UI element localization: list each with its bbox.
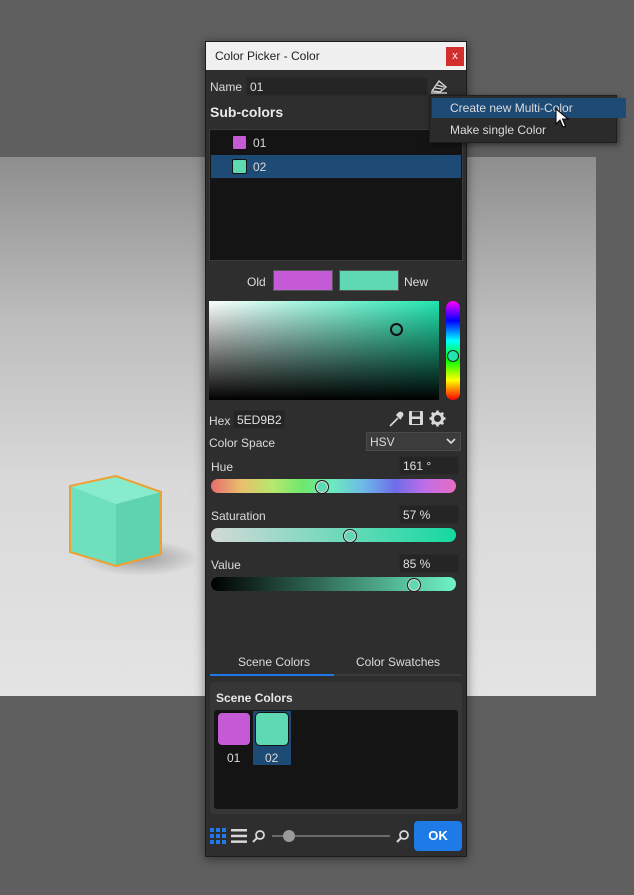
saturation-field[interactable]: 57 % xyxy=(399,505,459,524)
list-item-label: 01 xyxy=(253,136,267,150)
menu-item-create-multi-color[interactable]: Create new Multi-Color xyxy=(432,98,626,118)
value-slider-knob[interactable] xyxy=(407,578,421,592)
swatch-label: 02 xyxy=(265,751,279,765)
subcolors-heading: Sub-colors xyxy=(210,104,284,120)
list-view-icon[interactable] xyxy=(231,828,247,844)
new-label: New xyxy=(404,275,429,289)
list-item-label: 02 xyxy=(253,160,267,174)
zoom-slider[interactable] xyxy=(272,830,390,842)
list-item[interactable]: 02 xyxy=(211,155,461,178)
chevron-down-icon xyxy=(446,438,456,445)
dialog-title: Color Picker - Color xyxy=(215,49,320,63)
saturation-value-area[interactable] xyxy=(209,301,439,400)
old-color-swatch[interactable] xyxy=(273,270,333,291)
hue-field[interactable]: 161 ° xyxy=(399,456,459,475)
active-tab-indicator xyxy=(210,674,334,676)
title-bar[interactable]: Color Picker - Color x xyxy=(206,42,466,70)
name-field[interactable]: 01 xyxy=(246,77,428,96)
grid-view-icon[interactable] xyxy=(210,828,226,844)
scene-swatch-grid: 01 02 xyxy=(214,710,458,809)
mouse-cursor-icon xyxy=(555,108,569,128)
swatch-color xyxy=(217,712,251,746)
context-menu: Create new Multi-Color Make single Color xyxy=(429,95,626,143)
saturation-slider-knob[interactable] xyxy=(343,529,357,543)
color-picker-dialog: Color Picker - Color x Name 01 Sub-color… xyxy=(205,41,467,857)
value-field[interactable]: 85 % xyxy=(399,554,459,573)
value-slider[interactable] xyxy=(211,577,456,592)
hue-slider-knob[interactable] xyxy=(315,480,329,494)
saturation-slider[interactable] xyxy=(211,528,456,543)
tab-scene-colors[interactable]: Scene Colors xyxy=(238,655,310,669)
hex-label: Hex xyxy=(209,414,231,428)
zoom-slider-knob[interactable] xyxy=(283,830,295,842)
hue-strip[interactable] xyxy=(446,301,460,400)
color-chip xyxy=(232,135,247,150)
color-space-label: Color Space xyxy=(209,436,276,450)
color-chip xyxy=(232,159,247,174)
save-icon[interactable] xyxy=(408,410,424,426)
close-button[interactable]: x xyxy=(446,47,464,66)
hue-slider[interactable] xyxy=(211,479,456,494)
saturation-label: Saturation xyxy=(211,509,266,523)
menu-item-make-single-color[interactable]: Make single Color xyxy=(432,120,626,140)
ok-button[interactable]: OK xyxy=(414,821,462,851)
sv-picker-handle[interactable] xyxy=(390,323,403,336)
swatch-color xyxy=(255,712,289,746)
subcolors-list: 01 02 xyxy=(209,129,463,261)
multi-color-icon[interactable] xyxy=(430,78,448,94)
name-label: Name xyxy=(210,80,243,94)
hue-strip-handle[interactable] xyxy=(447,350,459,362)
scene-cube[interactable] xyxy=(66,474,166,570)
value-label: Value xyxy=(211,558,241,572)
scene-swatch[interactable]: 01 xyxy=(215,711,253,765)
swatch-label: 01 xyxy=(227,751,241,765)
new-color-swatch[interactable] xyxy=(339,270,399,291)
gear-icon[interactable] xyxy=(429,410,446,427)
eyedropper-icon[interactable] xyxy=(388,410,404,428)
color-space-value: HSV xyxy=(370,435,395,449)
scene-colors-heading: Scene Colors xyxy=(216,691,293,705)
zoom-in-icon[interactable] xyxy=(396,829,410,843)
hex-field[interactable]: 5ED9B2 xyxy=(233,410,285,429)
list-item[interactable]: 01 xyxy=(211,131,461,154)
old-label: Old xyxy=(247,275,266,289)
color-space-select[interactable]: HSV xyxy=(366,432,461,451)
tab-color-swatches[interactable]: Color Swatches xyxy=(356,655,440,669)
hue-label: Hue xyxy=(211,460,234,474)
scene-colors-panel: Scene Colors 01 02 xyxy=(210,682,462,814)
zoom-out-icon[interactable] xyxy=(252,829,266,843)
scene-swatch[interactable]: 02 xyxy=(253,711,291,765)
